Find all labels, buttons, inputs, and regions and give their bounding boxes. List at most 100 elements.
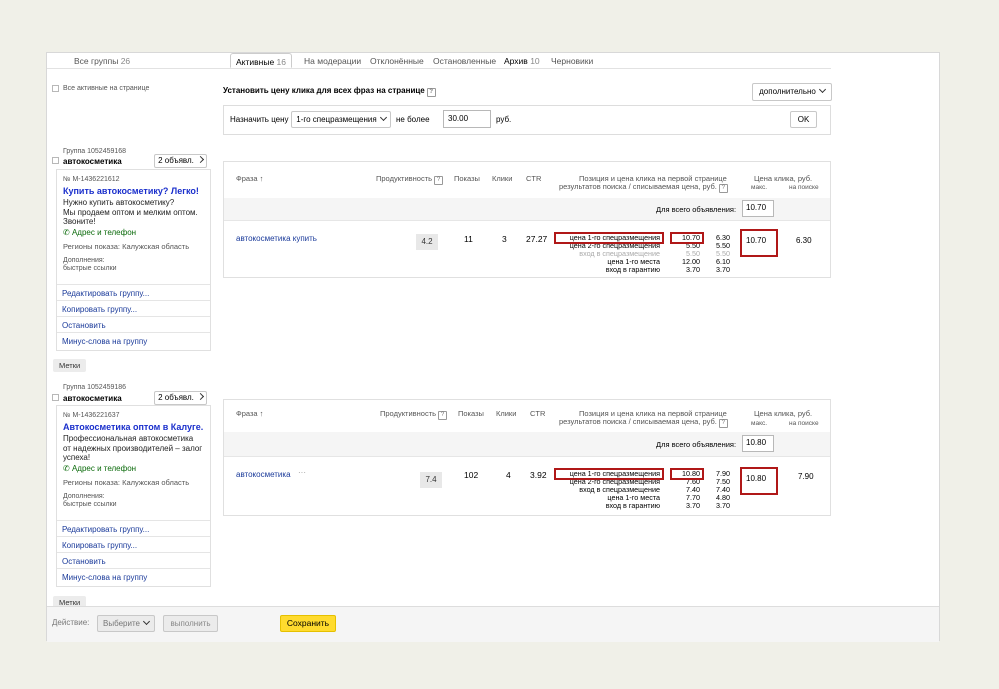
run-button[interactable]: выполнить [163,615,218,632]
shows-value: 11 [464,234,473,244]
table-header: Фраза ↑ Продуктивность? Показы Клики CTR… [224,162,830,199]
highlight-position-label [554,232,664,244]
address-link[interactable]: ✆ Адрес и телефон [63,464,136,473]
chevron-right-icon [196,155,204,164]
tab-active[interactable]: Активные 16 [230,53,292,68]
all-ad-label: Для всего объявления: [656,440,737,449]
help-icon[interactable]: ? [438,411,448,420]
extra-dropdown[interactable]: дополнительно [752,83,832,101]
ads-count-button[interactable]: 2 объявл. [154,154,207,168]
clicks-value: 4 [506,470,511,480]
ad-id: № М-1436221637 [63,412,120,419]
ad-text-line: Профессиональная автокосметика [63,434,194,443]
price-input[interactable]: 30.00 [443,110,491,128]
group-name: автокосметика [63,394,122,403]
ad-extras-label: Дополнения: [63,493,105,500]
bottom-action-bar: Действие: Выберите выполнить Сохранить [47,606,939,642]
all-ad-price-input[interactable]: 10.70 [742,200,774,217]
stop-group-link[interactable]: Остановить [57,316,210,332]
address-link[interactable]: ✆ Адрес и телефон [63,228,136,237]
ad-title[interactable]: Автокосметика оптом в Калуге. [63,422,203,432]
chevron-right-icon [196,392,204,401]
tab-label: Активные [236,57,275,67]
phrase-link[interactable]: автокосметика купить [236,234,317,243]
productivity-value: 4.2 [416,234,438,250]
col-ctr: CTR [530,409,546,418]
tab-rejected[interactable]: Отклонённые [370,56,424,66]
ad-text-line: от надежных производителей – залог [63,443,203,453]
ad-text: Нужно купить автокосметику? Мы продаем о… [63,198,198,227]
chevron-down-icon [142,617,151,626]
ad-text-line: Нужно купить автокосметику? [63,198,175,207]
save-button[interactable]: Сохранить [280,615,336,632]
all-ad-row: Для всего объявления: 10.70 [224,198,830,221]
main-frame: Все группы 26 Активные 16 На модерации О… [46,52,940,642]
help-icon[interactable]: ? [426,88,436,97]
help-icon[interactable]: ? [718,419,728,428]
col-productivity: Продуктивность? [380,409,448,420]
currency-label: руб. [496,115,512,124]
button-label: 2 объявл. [158,156,194,165]
tab-count: 16 [276,57,287,67]
group-checkbox[interactable] [52,157,59,164]
phone-icon: ✆ [63,464,70,473]
ok-button[interactable]: OK [790,111,817,128]
tab-moderation[interactable]: На модерации [304,56,361,66]
header-label: результатов поиска / списываемая цена, р… [559,182,717,191]
ad-title[interactable]: Купить автокосметику? Легко! [63,186,199,196]
ad-card: № М-1436221612 Купить автокосметику? Лег… [56,169,211,351]
max-price-input[interactable]: 10.80 [744,471,774,489]
edit-group-link[interactable]: Редактировать группу... [57,284,210,300]
minus-words-link[interactable]: Минус-слова на группу [57,568,210,584]
set-price-heading: Установить цену клика для всех фраз на с… [223,86,436,97]
select-all-checkbox[interactable] [52,85,59,92]
position-bid[interactable]: 3.70 [672,266,700,274]
more-icon[interactable]: ··· [298,468,306,477]
max-price-input[interactable]: 10.70 [744,233,774,251]
header-label: результатов поиска / списываемая цена, р… [559,417,717,426]
copy-group-link[interactable]: Копировать группу... [57,536,210,552]
ad-extras-value: быстрые ссылки [63,265,117,272]
action-select[interactable]: Выберите [97,615,155,632]
header-label: Продуктивность [380,409,437,418]
group-name: автокосметика [63,157,122,166]
assign-label: Назначить цену [230,115,289,124]
tab-archive[interactable]: Архив 10 [504,56,540,66]
highlight-position-bid [670,468,704,480]
col-phrase[interactable]: Фраза ↑ [236,174,263,183]
tab-drafts[interactable]: Черновики [551,56,593,66]
position-charge: 3.70 [716,501,730,510]
position-label: вход в гарантию [605,265,660,274]
ad-regions: Регионы показа: Калужская область [63,242,190,251]
position-bid[interactable]: 3.70 [672,502,700,510]
ad-text-line: успеха! [63,453,91,462]
phrase-link[interactable]: автокосметика [236,470,291,479]
tab-label: Архив [504,56,528,66]
col-position-line2: результатов поиска / списываемая цена, р… [559,417,728,428]
stop-group-link[interactable]: Остановить [57,552,210,568]
col-clicks: Клики [496,409,517,418]
col-phrase[interactable]: Фраза ↑ [236,409,263,418]
help-icon[interactable]: ? [718,184,728,193]
tab-count: 26 [120,56,131,66]
phrases-table: Фраза ↑ Продуктивность? Показы Клики CTR… [223,161,831,278]
highlight-position-bid [670,232,704,244]
group-checkbox[interactable] [52,394,59,401]
select-all-label: Все активные на странице [63,85,150,92]
phrases-table: Фраза ↑ Продуктивность? Показы Клики CTR… [223,399,831,516]
edit-group-link[interactable]: Редактировать группу... [57,520,210,536]
ads-count-button[interactable]: 2 объявл. [154,391,207,405]
tab-stopped[interactable]: Остановленные [433,56,496,66]
copy-group-link[interactable]: Копировать группу... [57,300,210,316]
tab-all-groups[interactable]: Все группы 26 [74,56,130,66]
ad-regions: Регионы показа: Калужская область [63,478,190,487]
col-ctr: CTR [526,174,542,183]
tags-button[interactable]: Метки [53,359,87,372]
select-value: 1-го спецразмещения [296,115,377,124]
minus-words-link[interactable]: Минус-слова на группу [57,332,210,348]
help-icon[interactable]: ? [434,176,444,185]
ad-text: Профессиональная автокосметика от надежн… [63,434,202,463]
all-ad-price-input[interactable]: 10.80 [742,435,774,452]
col-max: макс. [751,184,768,191]
position-select[interactable]: 1-го спецразмещения [291,111,391,128]
